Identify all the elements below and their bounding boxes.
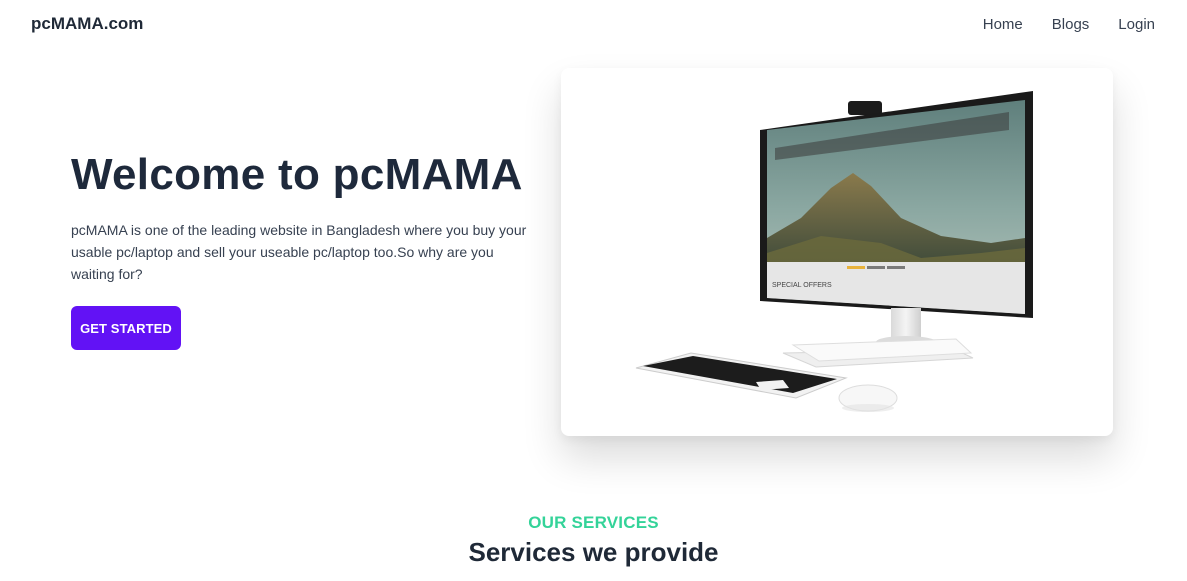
screen-caption: SPECIAL OFFERS xyxy=(772,282,832,289)
webcam-icon xyxy=(848,101,882,115)
mouse-illustration xyxy=(838,384,898,412)
nav-link-login[interactable]: Login xyxy=(1118,16,1155,33)
nav-link-home[interactable]: Home xyxy=(983,16,1023,33)
nav-links: Home Blogs Login xyxy=(983,16,1155,33)
hero-title: Welcome to pcMAMA xyxy=(71,150,523,199)
navbar: pcMAMA.com Home Blogs Login xyxy=(0,0,1187,50)
brand-logo-link[interactable]: pcMAMA.com xyxy=(31,14,143,34)
nav-link-blogs[interactable]: Blogs xyxy=(1052,16,1090,33)
services-title: Services we provide xyxy=(468,537,719,567)
hero-description: pcMAMA is one of the leading website in … xyxy=(71,222,527,282)
hero-image-card: SPECIAL OFFERS xyxy=(561,68,1113,436)
services-kicker: OUR SERVICES xyxy=(528,513,659,532)
get-started-button[interactable]: GET STARTED xyxy=(71,306,181,350)
desktop-computer-illustration: SPECIAL OFFERS xyxy=(635,91,1033,412)
